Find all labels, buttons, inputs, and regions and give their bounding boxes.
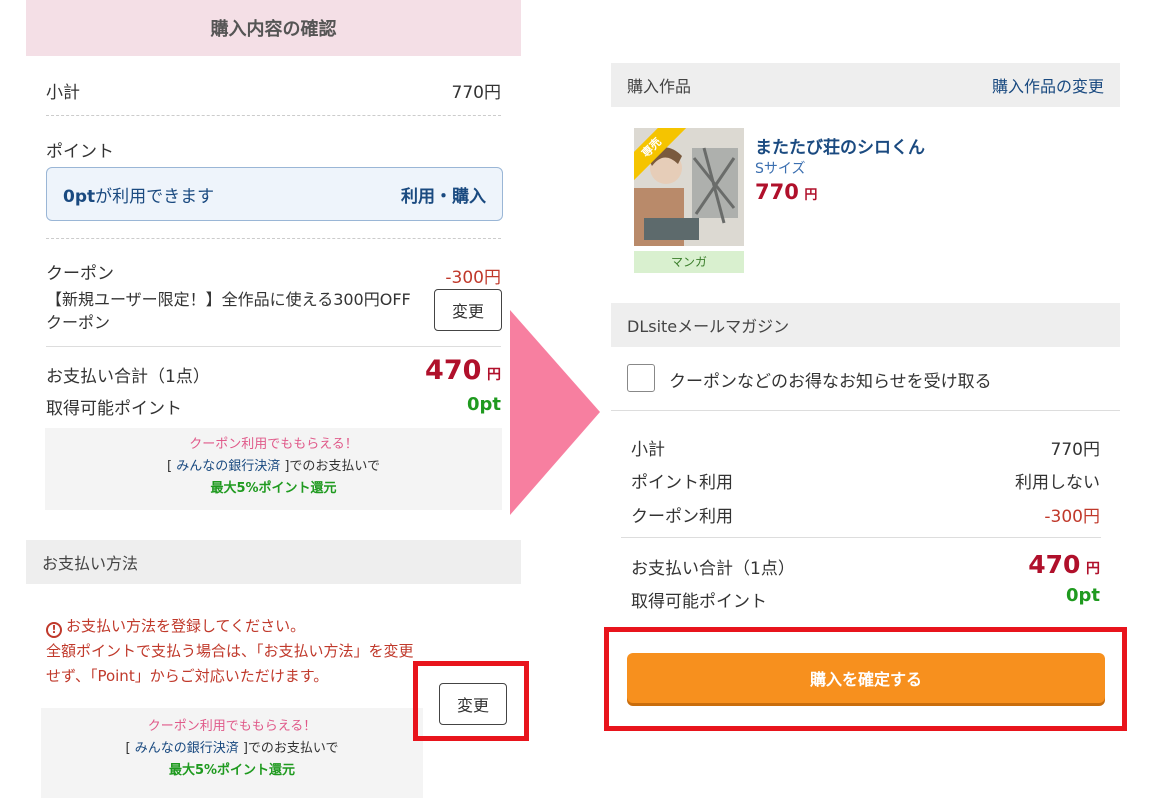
point-available-amount: 0pt bbox=[63, 186, 96, 207]
point-available-suffix: が利用できます bbox=[95, 186, 215, 207]
summary-label: 小計 bbox=[631, 440, 665, 460]
summary-label: ポイント利用 bbox=[631, 473, 733, 493]
category-tag: マンガ bbox=[634, 251, 744, 273]
newsletter-checkbox[interactable] bbox=[627, 364, 655, 392]
work-thumbnail[interactable]: 専売 bbox=[634, 128, 744, 246]
summary-value: 利用しない bbox=[1015, 473, 1100, 493]
summary-value: -300円 bbox=[1044, 507, 1100, 527]
alert-icon: ! bbox=[46, 622, 62, 638]
highlight-frame-payment-change bbox=[413, 661, 529, 741]
payment-warning: ! お支払い方法を登録してください。 全額ポイントで支払う場合は、「お支払い方法」… bbox=[46, 614, 426, 689]
promo-bracket-open: [ bbox=[166, 459, 177, 474]
total-amount-unit: 円 bbox=[487, 367, 501, 383]
summary-total-number: 470 bbox=[1028, 550, 1081, 579]
work-size: Sサイズ bbox=[755, 161, 806, 177]
total-amount: 470 円 bbox=[425, 355, 501, 386]
promo-line-2: [ みんなの銀行決済 ]でのお支払いで bbox=[41, 738, 423, 760]
subtotal-row: 小計 770円 bbox=[46, 78, 501, 103]
payment-method-header: お支払い方法 bbox=[26, 540, 521, 584]
divider bbox=[611, 410, 1120, 411]
point-use-purchase-link[interactable]: 利用・購入 bbox=[401, 182, 486, 207]
earnable-points-value: 0pt bbox=[466, 394, 501, 415]
change-work-link[interactable]: 購入作品の変更 bbox=[992, 73, 1104, 97]
coupon-description: 【新規ユーザー限定！】全作品に使える300円OFFクーポン bbox=[46, 290, 411, 332]
payment-warning-line-2: 全額ポイントで支払う場合は、「お支払い方法」を変更せず、「Point」からご対応… bbox=[46, 642, 414, 685]
bank-promo-banner[interactable]: クーポン利用でももらえる！ [ みんなの銀行決済 ]でのお支払いで 最大5%ポイ… bbox=[45, 428, 502, 510]
work-price-unit: 円 bbox=[804, 188, 818, 203]
summary-value: 770円 bbox=[1050, 440, 1100, 460]
confirm-header: 購入内容の確認 bbox=[26, 0, 521, 56]
point-usage-box[interactable]: 0ptが利用できます 利用・購入 bbox=[46, 167, 503, 221]
work-section-header: 購入作品 購入作品の変更 bbox=[611, 63, 1120, 107]
divider bbox=[46, 346, 501, 347]
divider bbox=[46, 115, 501, 116]
summary-total-unit: 円 bbox=[1086, 561, 1100, 577]
summary-total-label: お支払い合計（1点） bbox=[631, 559, 795, 579]
payment-warning-line-1-text: お支払い方法を登録してください。 bbox=[66, 617, 306, 635]
point-section-title: ポイント bbox=[46, 142, 114, 162]
subtotal-value: 770円 bbox=[451, 83, 501, 103]
promo-line-1: クーポン利用でももらえる！ bbox=[189, 437, 358, 452]
summary-earn-value: 0pt bbox=[1065, 585, 1100, 606]
work-title[interactable]: またたび荘のシロくん bbox=[755, 133, 925, 158]
divider bbox=[46, 238, 501, 239]
divider bbox=[621, 537, 1101, 538]
coupon-change-button[interactable]: 変更 bbox=[434, 289, 502, 331]
promo-line-1: クーポン利用でももらえる！ bbox=[147, 719, 317, 734]
payment-warning-line-1: ! お支払い方法を登録してください。 bbox=[46, 614, 426, 639]
summary-label: クーポン利用 bbox=[631, 507, 733, 527]
summary-row-earn: 取得可能ポイント bbox=[631, 587, 1100, 612]
highlight-frame-confirm bbox=[604, 627, 1127, 731]
summary-row-subtotal: 小計 770円 bbox=[631, 435, 1100, 460]
next-step-arrow-icon bbox=[510, 310, 600, 515]
total-label: お支払い合計（1点） bbox=[46, 367, 210, 387]
promo-bank-link[interactable]: みんなの銀行決済 bbox=[176, 459, 280, 474]
promo-line-3: 最大5%ポイント還元 bbox=[168, 763, 296, 778]
point-available-text: 0ptが利用できます bbox=[63, 182, 214, 207]
promo-bracket-open: [ bbox=[125, 741, 135, 756]
promo-line-3: 最大5%ポイント還元 bbox=[210, 481, 337, 496]
promo-line-2: [ みんなの銀行決済 ]でのお支払いで bbox=[45, 456, 502, 478]
work-price: 770 円 bbox=[755, 180, 817, 204]
promo-bank-link[interactable]: みんなの銀行決済 bbox=[135, 741, 239, 756]
newsletter-header: DLsiteメールマガジン bbox=[611, 303, 1120, 347]
coupon-amount: -300円 bbox=[445, 268, 501, 288]
promo-line-2-rest: ]でのお支払いで bbox=[280, 459, 381, 474]
subtotal-label: 小計 bbox=[46, 83, 80, 103]
earnable-points-label: 取得可能ポイント bbox=[46, 399, 182, 419]
promo-line-2-rest: ]でのお支払いで bbox=[238, 741, 339, 756]
summary-earn-label: 取得可能ポイント bbox=[631, 592, 767, 612]
summary-row-coupon: クーポン利用 -300円 bbox=[631, 502, 1100, 527]
work-price-number: 770 bbox=[755, 180, 799, 204]
summary-row-points: ポイント利用 利用しない bbox=[631, 468, 1100, 493]
total-amount-number: 470 bbox=[425, 355, 482, 386]
bank-promo-banner-2[interactable]: クーポン利用でももらえる！ [ みんなの銀行決済 ]でのお支払いで 最大5%ポイ… bbox=[41, 708, 423, 798]
coupon-section-title: クーポン bbox=[46, 264, 114, 284]
summary-total-amount: 470 円 bbox=[1028, 550, 1100, 579]
newsletter-checkbox-label[interactable]: クーポンなどのお得なお知らせを受け取る bbox=[669, 367, 992, 392]
work-section-title: 購入作品 bbox=[627, 77, 692, 96]
